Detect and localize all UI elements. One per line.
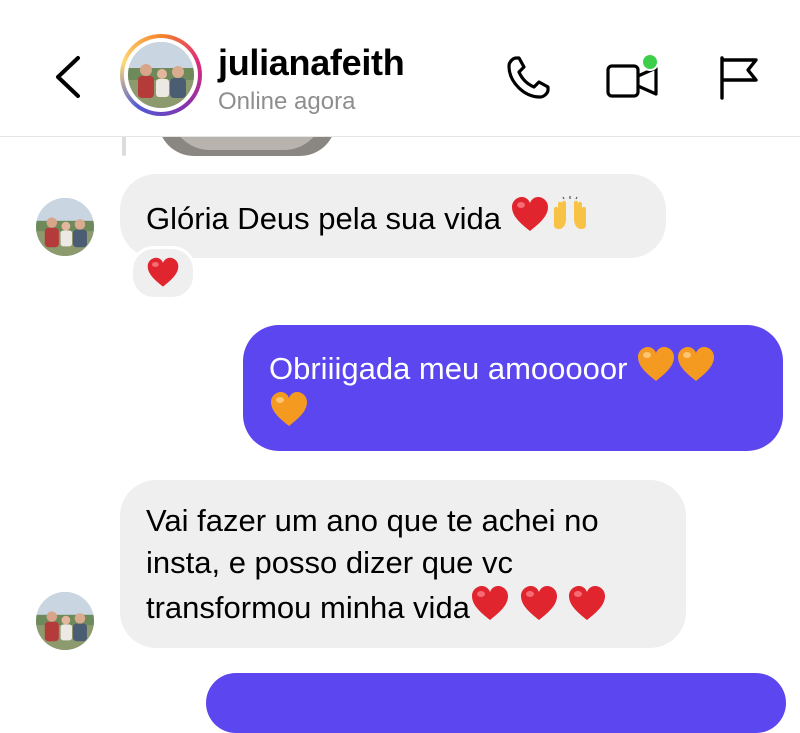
message-text: Obriiigada meu amooooor — [269, 351, 628, 386]
message-text-line: insta, e posso dizer que vc — [146, 545, 514, 580]
orange-heart-emoji-icon — [676, 345, 716, 385]
back-chevron-icon — [56, 56, 80, 98]
orange-heart-emoji-icon — [269, 390, 309, 430]
outgoing-message-bubble[interactable]: Obriiigada meu amooooor — [243, 325, 783, 451]
chat-header: julianafeith Online agora — [0, 0, 800, 137]
incoming-message-bubble[interactable]: Vai fazer um ano que te achei no insta, … — [120, 480, 686, 648]
red-heart-emoji-icon — [519, 584, 559, 624]
video-call-button[interactable] — [604, 52, 659, 104]
report-button[interactable] — [712, 52, 764, 104]
phone-icon — [507, 56, 550, 99]
red-heart-emoji-icon — [510, 195, 550, 235]
orange-heart-emoji-icon — [636, 345, 676, 385]
online-status: Online agora — [218, 88, 356, 115]
sender-avatar[interactable] — [36, 198, 94, 256]
red-heart-emoji-icon — [470, 584, 510, 624]
message-text-line: Vai fazer um ano que te achei no — [146, 503, 599, 538]
message-reaction[interactable] — [130, 246, 196, 300]
message-text-line: transformou minha vida — [146, 590, 470, 625]
red-heart-emoji-icon — [567, 584, 607, 624]
sender-avatar[interactable] — [36, 592, 94, 650]
outgoing-message-bubble-partial[interactable] — [206, 673, 786, 733]
profile-avatar[interactable] — [120, 34, 202, 116]
flag-icon — [720, 56, 758, 100]
red-heart-reaction-icon — [146, 256, 180, 290]
message-text: Glória Deus pela sua vida — [146, 201, 501, 236]
thread-divider — [122, 136, 126, 156]
video-camera-icon — [606, 53, 659, 98]
raising-hands-emoji-icon — [550, 195, 590, 235]
voice-call-button[interactable] — [502, 52, 554, 104]
username[interactable]: julianafeith — [218, 42, 405, 84]
incoming-message-bubble[interactable]: Glória Deus pela sua vida — [120, 174, 666, 258]
back-button[interactable] — [50, 52, 90, 102]
